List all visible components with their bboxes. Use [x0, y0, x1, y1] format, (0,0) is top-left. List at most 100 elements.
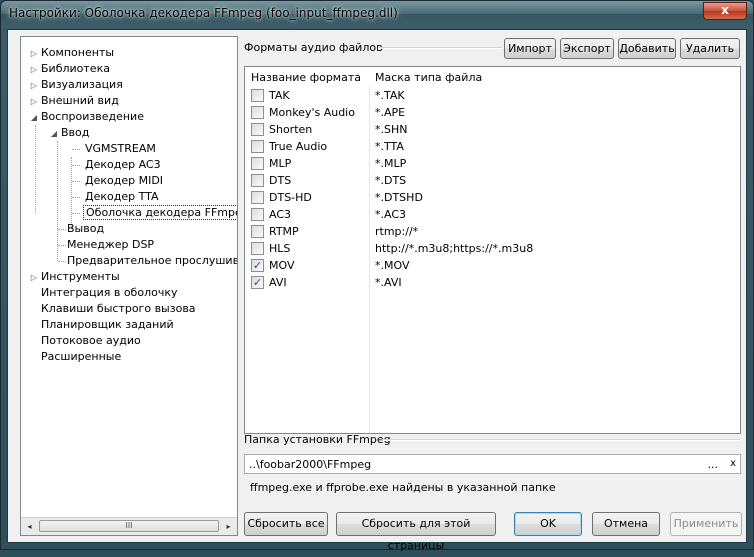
format-name: DTS — [269, 174, 292, 187]
tree-item-streaming-audio[interactable]: Потоковое аудио — [41, 333, 141, 349]
tree-item-appearance[interactable]: ▷ Внешний вид — [29, 93, 119, 109]
tree-item-shell-integration[interactable]: Интеграция в оболочку — [41, 285, 178, 301]
format-mask: *.DTS — [375, 174, 407, 187]
expand-arrow-icon[interactable]: ▷ — [29, 94, 39, 110]
format-checkbox[interactable] — [251, 89, 264, 102]
format-row[interactable]: Shorten *.SHN — [245, 121, 740, 138]
client-area: ▷ Компоненты ▷ Библиотека ▷ Визуализация ▷ В… — [7, 29, 747, 552]
tree-item-input[interactable]: ◢ Ввод — [49, 125, 89, 141]
tree-item-ac3-decoder[interactable]: Декодер AC3 — [85, 157, 161, 173]
close-button[interactable]: x — [703, 2, 747, 20]
tree-item-ffmpeg-wrapper[interactable]: Оболочка декодера FFmpeg — [83, 205, 237, 221]
tree-item-preview[interactable]: Предварительное прослушивание — [67, 253, 237, 269]
format-name: MOV — [269, 259, 295, 272]
format-checkbox[interactable] — [251, 225, 264, 238]
format-mask: *.DTSHD — [375, 191, 423, 204]
tree-item-components[interactable]: ▷ Компоненты — [29, 45, 114, 61]
browse-button[interactable]: ... — [708, 458, 719, 471]
cancel-button[interactable]: Отмена — [592, 512, 660, 536]
add-button[interactable]: Добавить — [618, 38, 676, 59]
format-checkbox[interactable] — [251, 191, 264, 204]
tree-branch-line — [72, 213, 80, 214]
format-row[interactable]: HLS http://*.m3u8;https://*.m3u8 — [245, 240, 740, 257]
format-checkbox[interactable] — [251, 123, 264, 136]
tree-guide-line — [35, 125, 36, 213]
remove-button[interactable]: Удалить — [680, 38, 740, 59]
tree-item-output[interactable]: Вывод — [67, 221, 104, 237]
apply-button[interactable]: Применить — [670, 512, 742, 536]
format-name: TAK — [269, 89, 290, 102]
scroll-right-icon[interactable]: ▸ — [220, 518, 237, 535]
preferences-window: Настройки: Оболочка декодера FFmpeg (foo… — [0, 0, 754, 552]
title-bar[interactable]: Настройки: Оболочка декодера FFmpeg (foo… — [1, 1, 753, 27]
section-divider — [378, 47, 502, 49]
reset-page-button[interactable]: Сбросить для этой страницы — [336, 512, 496, 552]
collapse-arrow-icon[interactable]: ◢ — [49, 126, 59, 142]
tree-branch-line — [72, 149, 80, 150]
format-row[interactable]: MLP *.MLP — [245, 155, 740, 172]
format-row[interactable]: ✓ AVI *.AVI — [245, 274, 740, 291]
expand-arrow-icon[interactable]: ▷ — [29, 78, 39, 94]
tree-branch-line — [72, 197, 80, 198]
format-checkbox[interactable]: ✓ — [251, 259, 264, 272]
ffmpeg-path-input[interactable]: ..\foobar2000\FFmpeg ... x — [244, 454, 741, 474]
format-row[interactable]: DTS-HD *.DTSHD — [245, 189, 740, 206]
format-name: DTS-HD — [269, 191, 312, 204]
format-checkbox[interactable] — [251, 157, 264, 170]
tree-item-dsp-manager[interactable]: Менеджер DSP — [67, 237, 154, 253]
format-mask: *.AC3 — [375, 208, 407, 221]
format-checkbox[interactable] — [251, 174, 264, 187]
expand-arrow-icon[interactable]: ▷ — [29, 270, 39, 286]
formats-list[interactable]: Название формата Маска типа файла TAK *.T… — [244, 66, 741, 434]
clear-path-icon[interactable]: x — [730, 458, 736, 469]
reset-all-button[interactable]: Сбросить все — [244, 512, 328, 536]
tree-item-advanced[interactable]: Расширенные — [41, 349, 121, 365]
collapse-arrow-icon[interactable]: ◢ — [29, 110, 39, 126]
format-mask: *.SHN — [375, 123, 408, 136]
scrollbar-thumb[interactable]: III — [39, 520, 219, 532]
export-button[interactable]: Экспорт — [560, 38, 614, 59]
ffmpeg-path-value: ..\foobar2000\FFmpeg — [249, 458, 372, 471]
scroll-left-icon[interactable]: ◂ — [21, 518, 38, 535]
format-row[interactable]: True Audio *.TTA — [245, 138, 740, 155]
preferences-tree[interactable]: ▷ Компоненты ▷ Библиотека ▷ Визуализация ▷ В… — [20, 36, 238, 536]
format-row[interactable]: AC3 *.AC3 — [245, 206, 740, 223]
format-name: AC3 — [269, 208, 292, 221]
format-row[interactable]: ✓ MOV *.MOV — [245, 257, 740, 274]
column-header-file-mask[interactable]: Маска типа файла — [375, 71, 482, 84]
format-checkbox[interactable] — [251, 106, 264, 119]
format-checkbox[interactable] — [251, 140, 264, 153]
tree-item-scheduler[interactable]: Планировщик заданий — [41, 317, 174, 333]
format-name: AVI — [269, 276, 287, 289]
column-header-format-name[interactable]: Название формата — [251, 71, 361, 84]
format-checkbox[interactable] — [251, 242, 264, 255]
tree-item-library[interactable]: ▷ Библиотека — [29, 61, 110, 77]
format-row[interactable]: RTMP rtmp://* — [245, 223, 740, 240]
ok-button[interactable]: OK — [514, 512, 582, 536]
tree-item-tta-decoder[interactable]: Декодер TTA — [85, 189, 159, 205]
expand-arrow-icon[interactable]: ▷ — [29, 46, 39, 62]
tree-branch-line — [72, 181, 80, 182]
tree-item-vgmstream[interactable]: VGMSTREAM — [85, 141, 156, 157]
format-name: HLS — [269, 242, 291, 255]
format-mask: *.APE — [375, 106, 406, 119]
format-row[interactable]: DTS *.DTS — [245, 172, 740, 189]
tree-horizontal-scrollbar[interactable]: ◂ III ▸ — [21, 517, 237, 535]
import-button[interactable]: Импорт — [504, 38, 556, 59]
tree-branch-line — [58, 245, 66, 246]
format-mask: *.MLP — [375, 157, 407, 170]
format-checkbox[interactable]: ✓ — [251, 276, 264, 289]
format-name: Monkey's Audio — [269, 106, 355, 119]
format-row[interactable]: Monkey's Audio *.APE — [245, 104, 740, 121]
tree-item-midi-decoder[interactable]: Декодер MIDI — [85, 173, 163, 189]
tree-item-playback[interactable]: ◢ Воспроизведение — [29, 109, 144, 125]
tree-item-hotkeys[interactable]: Клавиши быстрого вызова — [41, 301, 196, 317]
format-mask: *.TTA — [375, 140, 404, 153]
tree-item-visualization[interactable]: ▷ Визуализация — [29, 77, 123, 93]
tree-item-tools[interactable]: ▷ Инструменты — [29, 269, 120, 285]
tree-guide-line — [57, 141, 58, 261]
expand-arrow-icon[interactable]: ▷ — [29, 62, 39, 78]
format-row[interactable]: TAK *.TAK — [245, 87, 740, 104]
format-mask: *.MOV — [375, 259, 410, 272]
format-checkbox[interactable] — [251, 208, 264, 221]
